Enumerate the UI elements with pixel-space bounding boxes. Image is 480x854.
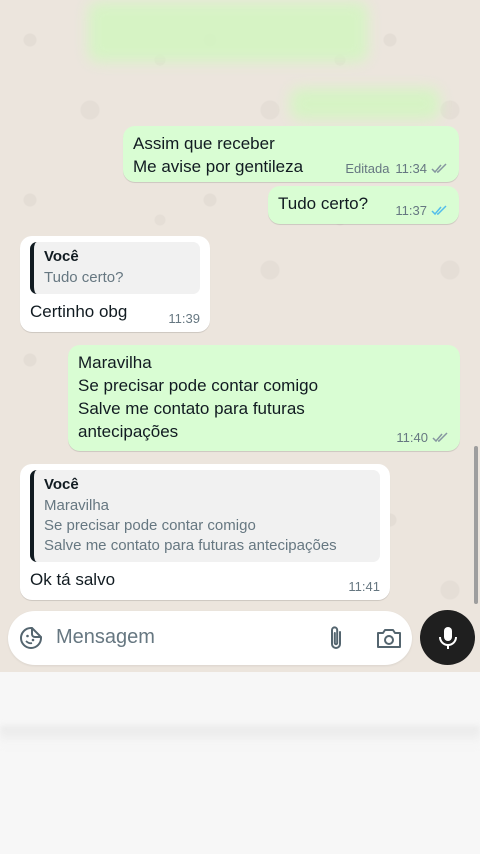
quote-author: Você [44, 248, 79, 265]
quote-text: Tudo certo? [44, 269, 124, 286]
message-text: Ok tá salvo [30, 570, 116, 589]
message-composer[interactable]: Mensagem [8, 611, 412, 665]
message-text: Maravilha Se precisar pode contar comigo… [78, 353, 319, 441]
message-meta: 11:40 [396, 430, 450, 445]
message-bubble-outgoing[interactable]: Tudo certo? 11:37 [268, 186, 459, 224]
sticker-icon[interactable] [18, 625, 44, 651]
message-bubble-incoming[interactable]: Você Tudo certo? Certinho obg 11:39 [20, 236, 210, 332]
message-meta: 11:37 [395, 203, 449, 218]
mic-icon [438, 626, 457, 649]
message-bubble-outgoing[interactable]: Maravilha Se precisar pode contar comigo… [68, 345, 460, 451]
message-meta: Editada 11:34 [345, 161, 449, 176]
double-check-gray-icon [431, 163, 447, 174]
blurred-message [88, 2, 368, 62]
attach-icon[interactable] [323, 624, 349, 652]
message-time: 11:41 [348, 579, 380, 594]
bottom-area [0, 672, 480, 854]
quote-text: Maravilha Se precisar pode contar comigo… [44, 497, 337, 554]
chat-area[interactable]: Assim que receber Me avise por gentileza… [0, 0, 480, 672]
scrollbar[interactable] [474, 446, 478, 604]
edited-label: Editada [345, 161, 390, 176]
quoted-message[interactable]: Você Maravilha Se precisar pode contar c… [30, 470, 380, 562]
message-time: 11:37 [395, 203, 427, 218]
message-meta: 11:41 [348, 579, 380, 594]
message-time: 11:40 [396, 430, 428, 445]
divider [0, 726, 480, 746]
quoted-message[interactable]: Você Tudo certo? [30, 242, 200, 294]
message-time: 11:39 [168, 311, 200, 326]
camera-icon[interactable] [375, 625, 403, 651]
message-meta: 11:39 [168, 311, 200, 326]
double-check-gray-icon [432, 432, 448, 443]
message-input[interactable]: Mensagem [56, 626, 155, 649]
message-bubble-incoming[interactable]: Você Maravilha Se precisar pode contar c… [20, 464, 390, 600]
blurred-message [290, 88, 440, 120]
double-check-blue-icon [431, 205, 447, 216]
mic-button[interactable] [420, 610, 475, 665]
quote-author: Você [44, 476, 79, 493]
message-bubble-outgoing[interactable]: Assim que receber Me avise por gentileza… [123, 126, 459, 182]
message-time: 11:34 [395, 161, 427, 176]
